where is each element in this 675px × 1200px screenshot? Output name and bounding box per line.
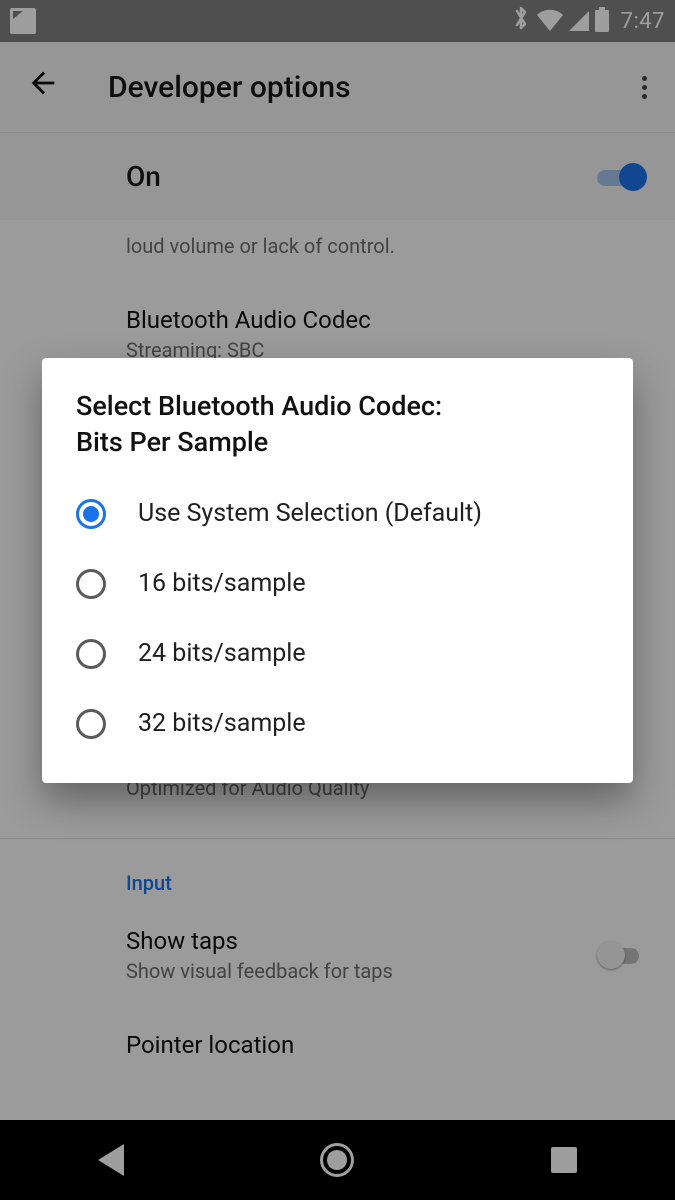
radio-label: Use System Selection (Default) <box>138 499 482 528</box>
radio-icon <box>76 499 106 529</box>
radio-label: 24 bits/sample <box>138 639 306 668</box>
radio-label: 32 bits/sample <box>138 709 306 738</box>
radio-icon <box>76 569 106 599</box>
radio-option-default[interactable]: Use System Selection (Default) <box>42 479 633 549</box>
radio-icon <box>76 639 106 669</box>
radio-option-16[interactable]: 16 bits/sample <box>42 549 633 619</box>
radio-option-32[interactable]: 32 bits/sample <box>42 689 633 759</box>
radio-option-24[interactable]: 24 bits/sample <box>42 619 633 689</box>
radio-label: 16 bits/sample <box>138 569 306 598</box>
dialog-title: Select Bluetooth Audio Codec: Bits Per S… <box>42 388 633 479</box>
radio-icon <box>76 709 106 739</box>
bits-per-sample-dialog: Select Bluetooth Audio Codec: Bits Per S… <box>42 358 633 783</box>
